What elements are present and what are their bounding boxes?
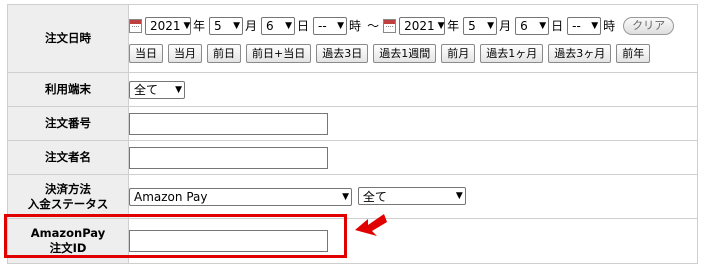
to-day-select[interactable]: 6 ▼: [515, 16, 550, 35]
amazonpay-id-label: AmazonPay 注文ID: [7, 218, 129, 264]
payment-status-select[interactable]: 全て ▼: [357, 187, 466, 206]
payment-cell: Amazon Pay ▼ 全て ▼: [128, 174, 698, 219]
quick-yesterday-today-button[interactable]: 前日+当日: [246, 44, 312, 63]
chevron-down-icon: ▼: [437, 20, 445, 31]
chevron-down-icon: ▼: [487, 20, 495, 31]
device-select[interactable]: 全て ▼: [129, 80, 185, 99]
payment-method-select[interactable]: Amazon Pay ▼: [129, 187, 352, 206]
chevron-down-icon: ▼: [337, 20, 345, 31]
amazonpay-order-id-input[interactable]: [129, 230, 328, 252]
device-cell: 全て ▼: [128, 72, 698, 107]
quick-today-button[interactable]: 当日: [129, 44, 163, 63]
chevron-down-icon: ▼: [233, 20, 241, 31]
chevron-down-icon: ▼: [183, 20, 191, 31]
to-year-select[interactable]: 2021 ▼: [399, 16, 446, 35]
quick-past-3-months-button[interactable]: 過去3ヶ月: [548, 44, 612, 63]
clear-button[interactable]: クリア: [623, 16, 675, 35]
chevron-down-icon: ▼: [455, 191, 463, 202]
device-label: 利用端末: [7, 72, 129, 107]
quick-yesterday-button[interactable]: 前日: [207, 44, 241, 63]
quick-this-month-button[interactable]: 当月: [168, 44, 202, 63]
amazonpay-id-cell: [128, 218, 698, 264]
calendar-icon[interactable]: [129, 18, 142, 33]
from-year-select[interactable]: 2021 ▼: [145, 16, 191, 35]
order-date-cell: 2021 ▼ 年 5 ▼ 月 6 ▼ 日 -- ▼ 時 ～ 2021 ▼ 年 5 ▼ 月 6…: [128, 4, 698, 73]
chevron-down-icon: ▼: [539, 20, 547, 31]
quick-past-3-days-button[interactable]: 過去3日: [316, 44, 369, 63]
pointer-arrow-icon: [355, 214, 387, 236]
order-number-label: 注文番号: [7, 106, 129, 141]
to-month-select[interactable]: 5 ▼: [463, 16, 498, 35]
payment-label: 決済方法 入金ステータス: [7, 174, 129, 219]
chevron-down-icon: ▼: [175, 84, 182, 95]
range-separator: ～: [367, 19, 380, 33]
orderer-name-label: 注文者名: [7, 140, 129, 175]
chevron-down-icon: ▼: [285, 20, 293, 31]
quick-last-month-button[interactable]: 前月: [441, 44, 476, 63]
order-number-input[interactable]: [129, 112, 328, 135]
calendar-icon[interactable]: [383, 18, 397, 33]
from-month-select[interactable]: 5 ▼: [209, 16, 244, 35]
from-hour-select[interactable]: -- ▼: [313, 16, 348, 35]
order-number-cell: [128, 106, 698, 141]
orderer-name-cell: [128, 140, 698, 175]
quick-past-1-month-button[interactable]: 過去1ヶ月: [480, 44, 544, 63]
orderer-name-input[interactable]: [129, 146, 328, 169]
from-day-select[interactable]: 6 ▼: [261, 16, 296, 35]
quick-last-year-button[interactable]: 前年: [616, 44, 651, 63]
quick-past-week-button[interactable]: 過去1週間: [373, 44, 437, 63]
to-hour-select[interactable]: -- ▼: [567, 16, 602, 35]
chevron-down-icon: ▼: [342, 191, 349, 202]
order-date-label: 注文日時: [7, 4, 129, 73]
chevron-down-icon: ▼: [591, 20, 599, 31]
